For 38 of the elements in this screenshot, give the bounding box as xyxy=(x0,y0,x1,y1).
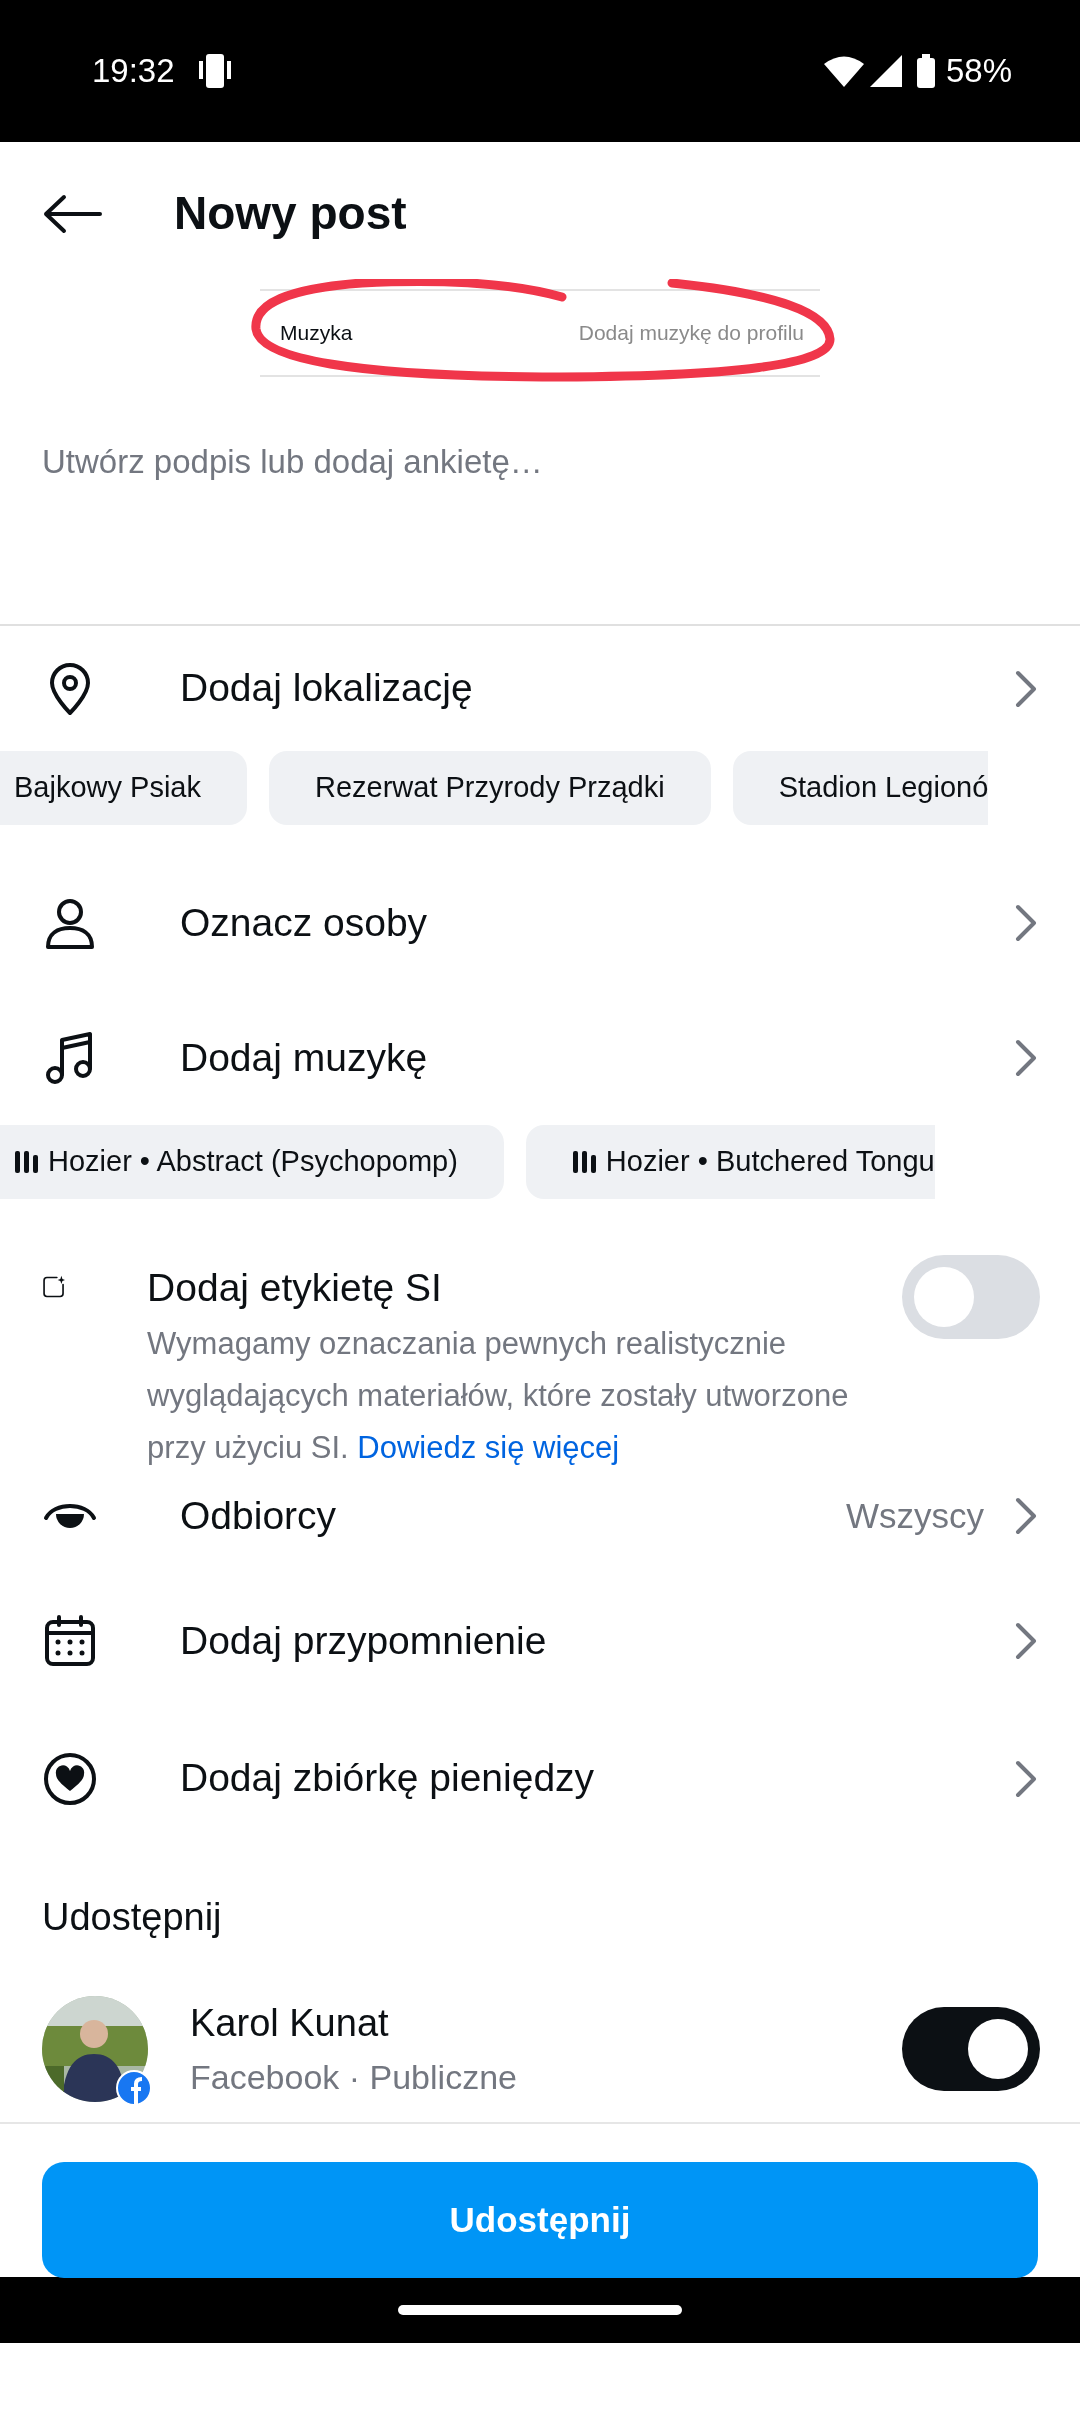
battery-percent: 58% xyxy=(945,51,1012,92)
preview-value: Dodaj muzykę do profilu xyxy=(578,320,804,347)
wifi-icon xyxy=(823,55,864,87)
row-label: Dodaj zbiórkę pieniędzy xyxy=(180,1755,596,1802)
row-label: Oznacz osoby xyxy=(180,899,429,946)
location-chip[interactable]: Bajkowy Psiak xyxy=(0,751,247,825)
preview-label: Muzyka xyxy=(280,320,353,347)
location-chip[interactable]: Rezerwat Przyrody Prządki xyxy=(268,751,711,825)
battery-icon xyxy=(915,54,936,88)
signal-icon xyxy=(869,55,902,87)
audio-bars-icon xyxy=(14,1149,38,1175)
back-button[interactable] xyxy=(42,193,104,234)
reminder-row[interactable]: Dodaj przypomnienie xyxy=(0,1571,1080,1711)
calendar-icon xyxy=(42,1613,98,1669)
row-value: Wszyscy xyxy=(845,1494,984,1537)
row-label: Dodaj przypomnienie xyxy=(180,1617,548,1664)
tag-people-row[interactable]: Oznacz osoby xyxy=(0,863,1080,983)
ai-label-description: Wymagamy oznaczania pewnych realistycznie wyglądających materiałów, które zostały utworzone przy użyciu SI. Dowiedz się więcej xyxy=(147,1324,850,1467)
home-handle[interactable] xyxy=(398,2305,682,2315)
row-label: Dodaj etykietę SI xyxy=(147,1265,443,1311)
location-chip[interactable]: Stadion Legionó xyxy=(732,751,989,825)
section-heading: Udostępnij xyxy=(42,1895,222,1940)
heart-coin-icon xyxy=(42,1750,98,1807)
account-detail: Facebook · Publiczne xyxy=(190,2057,518,2098)
account-name: Karol Kunat xyxy=(190,2001,390,2046)
fundraiser-row[interactable]: Dodaj zbiórkę pieniędzy xyxy=(0,1711,1080,1846)
page-title: Nowy post xyxy=(174,186,407,241)
song-chip[interactable]: Hozier • Abstract (Psychopomp) xyxy=(0,1125,504,1199)
song-chip[interactable]: Hozier • Butchered Tongu xyxy=(525,1125,935,1199)
social-badge-icon xyxy=(116,2070,152,2106)
row-label: Dodaj lokalizację xyxy=(180,665,474,712)
row-label: Odbiorcy xyxy=(180,1492,338,1539)
back-arrow-icon xyxy=(42,193,104,234)
location-row[interactable]: Dodaj lokalizację xyxy=(0,626,1080,751)
row-label: Dodaj muzykę xyxy=(180,1034,429,1081)
status-time: 19:32 xyxy=(92,51,175,92)
audio-bars-icon xyxy=(571,1149,596,1175)
learn-more-link[interactable]: Dowiedz się więcej xyxy=(357,1429,620,1465)
